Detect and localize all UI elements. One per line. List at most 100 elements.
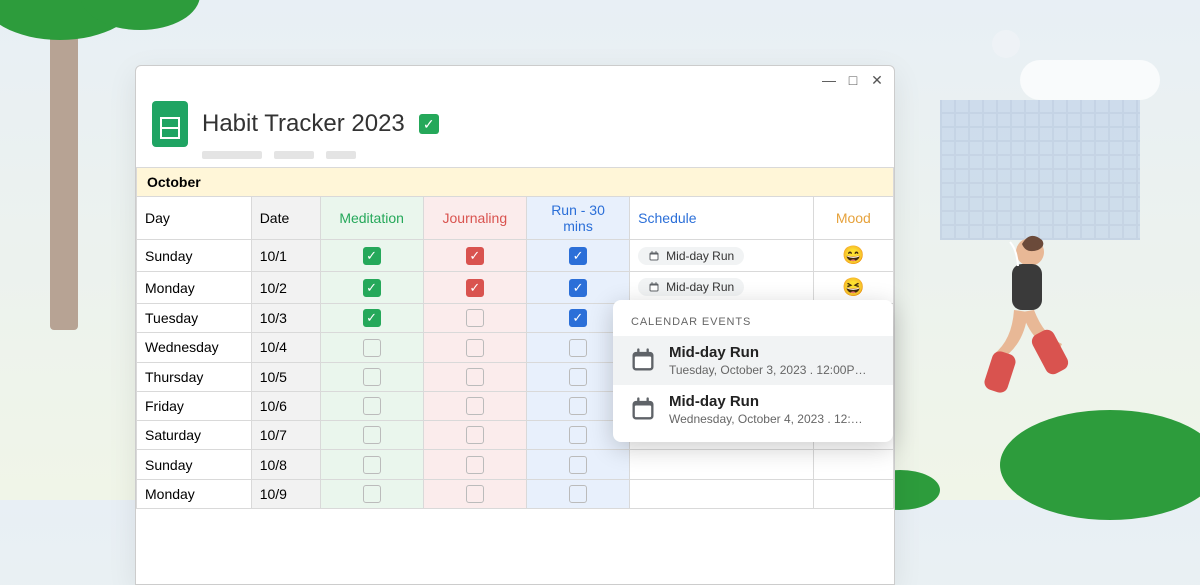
day-cell[interactable]: Sunday	[137, 240, 252, 272]
calendar-events-popup: CALENDAR EVENTS Mid-day RunTuesday, Octo…	[613, 300, 893, 442]
checkbox[interactable]	[466, 456, 484, 474]
journaling-cell[interactable]: ✓	[423, 240, 526, 272]
checkbox[interactable]	[569, 426, 587, 444]
day-cell[interactable]: Friday	[137, 391, 252, 420]
date-cell[interactable]: 10/7	[251, 421, 320, 450]
checkbox[interactable]	[466, 485, 484, 503]
header-schedule[interactable]: Schedule	[630, 197, 814, 240]
date-cell[interactable]: 10/4	[251, 333, 320, 362]
checkbox[interactable]: ✓	[363, 247, 381, 265]
checkbox[interactable]	[466, 426, 484, 444]
meditation-cell[interactable]	[320, 421, 423, 450]
meditation-cell[interactable]	[320, 362, 423, 391]
checkbox[interactable]: ✓	[466, 247, 484, 265]
header-run[interactable]: Run - 30 mins	[526, 197, 629, 240]
schedule-cell[interactable]: Mid-day Run	[630, 272, 814, 304]
header-meditation[interactable]: Meditation	[320, 197, 423, 240]
checkbox[interactable]: ✓	[363, 309, 381, 327]
journaling-cell[interactable]	[423, 479, 526, 508]
run-cell[interactable]	[526, 450, 629, 479]
meditation-cell[interactable]	[320, 333, 423, 362]
journaling-cell[interactable]	[423, 304, 526, 333]
journaling-cell[interactable]	[423, 333, 526, 362]
header-journaling[interactable]: Journaling	[423, 197, 526, 240]
journaling-cell[interactable]	[423, 362, 526, 391]
checkbox[interactable]	[569, 485, 587, 503]
journaling-cell[interactable]	[423, 391, 526, 420]
checkbox[interactable]	[363, 426, 381, 444]
close-button[interactable]: ✕	[870, 72, 884, 89]
checkbox[interactable]	[569, 397, 587, 415]
date-cell[interactable]: 10/3	[251, 304, 320, 333]
checkbox[interactable]: ✓	[569, 279, 587, 297]
date-cell[interactable]: 10/5	[251, 362, 320, 391]
checkbox[interactable]: ✓	[466, 279, 484, 297]
checkbox[interactable]	[466, 339, 484, 357]
checkbox[interactable]	[569, 456, 587, 474]
calendar-icon	[629, 395, 657, 423]
date-cell[interactable]: 10/9	[251, 479, 320, 508]
date-cell[interactable]: 10/1	[251, 240, 320, 272]
day-cell[interactable]: Sunday	[137, 450, 252, 479]
journaling-cell[interactable]	[423, 450, 526, 479]
checkbox[interactable]: ✓	[569, 247, 587, 265]
background-sun	[992, 30, 1020, 58]
calendar-event-item[interactable]: Mid-day RunWednesday, October 4, 2023 . …	[613, 385, 893, 434]
journaling-cell[interactable]	[423, 421, 526, 450]
schedule-cell[interactable]: Mid-day Run	[630, 240, 814, 272]
day-cell[interactable]: Saturday	[137, 421, 252, 450]
header-day[interactable]: Day	[137, 197, 252, 240]
calendar-icon	[648, 281, 660, 293]
mood-cell[interactable]: 😄	[813, 240, 893, 272]
document-title[interactable]: Habit Tracker 2023	[202, 110, 405, 138]
run-cell[interactable]: ✓	[526, 240, 629, 272]
date-cell[interactable]: 10/6	[251, 391, 320, 420]
event-title: Mid-day Run	[669, 344, 869, 361]
event-chip[interactable]: Mid-day Run	[638, 247, 744, 265]
month-heading[interactable]: October	[137, 168, 894, 197]
checkbox[interactable]	[569, 368, 587, 386]
schedule-cell[interactable]	[630, 479, 814, 508]
day-cell[interactable]: Thursday	[137, 362, 252, 391]
day-cell[interactable]: Tuesday	[137, 304, 252, 333]
calendar-icon	[648, 250, 660, 262]
date-cell[interactable]: 10/8	[251, 450, 320, 479]
checkbox[interactable]: ✓	[569, 309, 587, 327]
minimize-button[interactable]: —	[822, 72, 836, 89]
meditation-cell[interactable]	[320, 391, 423, 420]
checkbox[interactable]	[466, 368, 484, 386]
meditation-cell[interactable]	[320, 479, 423, 508]
meditation-cell[interactable]: ✓	[320, 240, 423, 272]
journaling-cell[interactable]: ✓	[423, 272, 526, 304]
event-chip[interactable]: Mid-day Run	[638, 278, 744, 296]
checkbox[interactable]	[363, 397, 381, 415]
event-subtitle: Wednesday, October 4, 2023 . 12:00...	[669, 412, 869, 426]
checkbox[interactable]	[363, 339, 381, 357]
window-titlebar: — □ ✕	[136, 66, 894, 95]
meditation-cell[interactable]: ✓	[320, 304, 423, 333]
checkbox[interactable]	[466, 309, 484, 327]
day-cell[interactable]: Wednesday	[137, 333, 252, 362]
header-date[interactable]: Date	[251, 197, 320, 240]
calendar-event-item[interactable]: Mid-day Run Tuesday, October 3, 2023 . 12…	[613, 336, 893, 385]
date-cell[interactable]: 10/2	[251, 272, 320, 304]
meditation-cell[interactable]: ✓	[320, 272, 423, 304]
mood-cell[interactable]: 😆	[813, 272, 893, 304]
checkbox[interactable]	[569, 339, 587, 357]
day-cell[interactable]: Monday	[137, 272, 252, 304]
checkbox[interactable]	[466, 397, 484, 415]
day-cell[interactable]: Monday	[137, 479, 252, 508]
mood-cell[interactable]	[813, 479, 893, 508]
maximize-button[interactable]: □	[846, 72, 860, 89]
header-mood[interactable]: Mood	[813, 197, 893, 240]
schedule-cell[interactable]	[630, 450, 814, 479]
run-cell[interactable]: ✓	[526, 272, 629, 304]
run-cell[interactable]	[526, 479, 629, 508]
checkbox[interactable]	[363, 368, 381, 386]
event-subtitle: Tuesday, October 3, 2023 . 12:00PM...	[669, 363, 869, 377]
mood-cell[interactable]	[813, 450, 893, 479]
checkbox[interactable]: ✓	[363, 279, 381, 297]
meditation-cell[interactable]	[320, 450, 423, 479]
checkbox[interactable]	[363, 456, 381, 474]
checkbox[interactable]	[363, 485, 381, 503]
